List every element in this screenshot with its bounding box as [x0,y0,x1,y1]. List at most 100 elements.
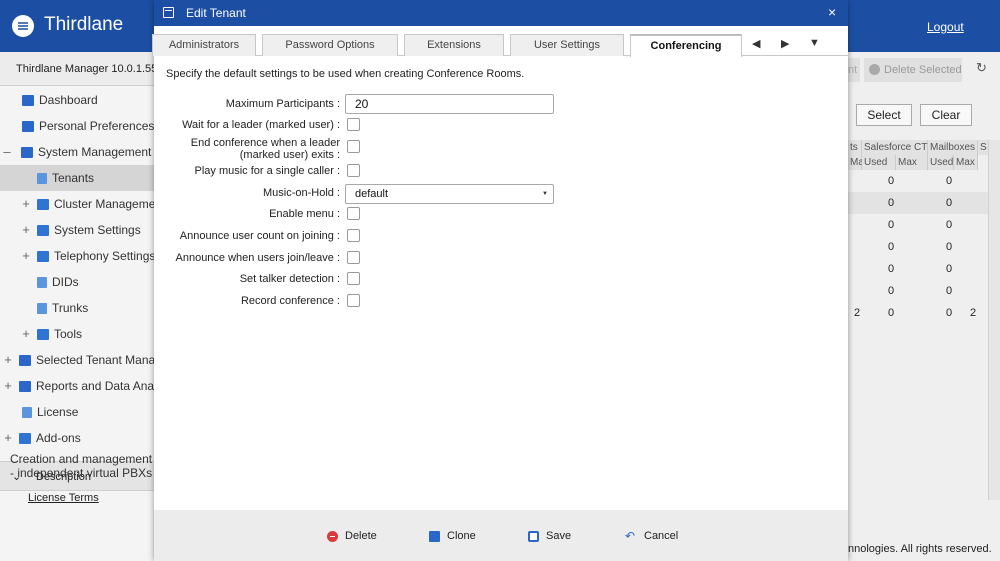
sidebar-item-label: Personal Preferences [39,119,155,133]
grid-scrollbar[interactable] [988,140,1000,500]
announce-join-leave-label: Announce when users join/leave : [175,252,341,264]
sidebar-item-label: Trunks [52,301,89,315]
sidebar-item-trunks[interactable]: Trunks [37,295,88,321]
folder-icon [37,198,49,210]
sidebar-item-label: Selected Tenant Manage [36,353,156,367]
sidebar-item-telephony-settings[interactable]: + Telephony Settings [19,243,155,269]
column-header[interactable]: ts [848,140,862,155]
clone-button[interactable]: Clone [429,528,476,544]
dialog-title: Edit Tenant [186,6,246,20]
enable-menu-checkbox[interactable] [347,207,360,220]
expand-toggle[interactable]: + [19,243,33,269]
thirdlane-logo-icon [12,15,34,37]
sidebar-item-label: Cluster Management [54,197,156,211]
sidebar-item-label: Add-ons [36,431,81,445]
tab-administrators[interactable]: Administrators [152,34,256,56]
table-row[interactable]: 00 [848,258,988,280]
cancel-button[interactable]: ↶ Cancel [625,528,678,544]
description-text: Creation and management of - independent… [10,452,165,480]
sidebar-item-dids[interactable]: DIDs [37,269,79,295]
table-row[interactable]: 00 [848,280,988,302]
grid-toolbar: nt Delete Selected ↻ [848,58,1000,82]
tab-password-options[interactable]: Password Options [262,34,398,56]
sidebar-item-add-ons[interactable]: + Add-ons [1,425,81,451]
expand-toggle[interactable]: + [1,373,15,399]
refresh-icon[interactable]: ↻ [976,60,987,76]
talker-detection-checkbox[interactable] [347,272,360,285]
music-on-hold-select[interactable]: default ▼ [345,184,554,204]
table-row[interactable]: 00 [848,192,988,214]
play-music-checkbox[interactable] [347,164,360,177]
announce-join-leave-checkbox[interactable] [347,251,360,264]
table-row[interactable]: 00 [848,170,988,192]
partial-toolbar-button[interactable]: nt [848,58,860,82]
play-music-label: Play music for a single caller : [194,165,341,177]
save-button[interactable]: Save [528,528,571,544]
sidebar-item-tenants[interactable]: Tenants [0,165,156,191]
tab-scroll-left-icon[interactable]: ◀ [752,37,760,50]
sidebar-item-cluster-management[interactable]: + Cluster Management [19,191,156,217]
column-header-salesforce-cti[interactable]: Salesforce CTI [862,140,930,155]
collapse-toggle[interactable]: – [0,139,14,165]
sidebar-item-license[interactable]: License [22,399,78,425]
sidebar-item-system-management[interactable]: – System Management [0,139,151,165]
wrench-icon [22,120,34,132]
expand-toggle[interactable]: + [1,425,15,451]
announce-user-count-checkbox[interactable] [347,229,360,242]
sidebar-item-system-settings[interactable]: + System Settings [19,217,141,243]
left-navigation-panel: Thirdlane Manager 10.0.1.55 Dashboard Pe… [0,52,156,561]
cancel-label: Cancel [644,530,679,542]
reports-icon [19,380,31,392]
description-line: - independent virtual PBXs [10,466,153,480]
delete-selected-button[interactable]: Delete Selected [864,58,962,82]
wait-for-leader-checkbox[interactable] [347,118,360,131]
sidebar-item-personal-preferences[interactable]: Personal Preferences [8,113,154,139]
close-icon[interactable]: × [828,4,836,20]
license-terms-link[interactable]: License Terms [28,492,99,504]
table-row[interactable]: 2002 [848,302,988,324]
column-subheader-used: Used [928,155,954,170]
sidebar-item-tools[interactable]: + Tools [19,321,82,347]
expand-toggle[interactable]: + [1,347,15,373]
window-icon [163,7,174,18]
dialog-title-bar[interactable]: Edit Tenant × [154,0,848,26]
clear-button[interactable]: Clear [920,104,972,126]
tab-menu-icon[interactable]: ▼ [809,37,820,49]
delete-button[interactable]: Delete [327,528,377,544]
music-on-hold-label: Music-on-Hold : [262,187,340,199]
logout-link[interactable]: Logout [927,20,964,34]
max-participants-input[interactable] [345,94,554,114]
sidebar-item-reports-and-data-analysis[interactable]: + Reports and Data Analys [1,373,156,399]
sidebar-item-dashboard[interactable]: Dashboard [8,87,98,113]
table-row[interactable]: 00 [848,214,988,236]
form-intro-text: Specify the default settings to be used … [166,68,525,80]
folder-icon [37,250,49,262]
tab-user-settings[interactable]: User Settings [510,34,624,56]
save-label: Save [546,530,572,542]
user-card-icon [19,354,31,366]
column-subheader-used: Used [862,155,896,170]
expand-toggle[interactable]: + [19,321,33,347]
brand-name: Thirdlane [44,14,124,35]
expand-toggle[interactable]: + [19,217,33,243]
column-header-mailboxes[interactable]: Mailboxes [928,140,978,155]
tab-scroll-right-icon[interactable]: ▶ [781,37,789,50]
folder-icon [19,432,31,444]
dropdown-arrow-icon: ▼ [542,191,548,197]
end-conference-checkbox[interactable] [347,140,360,153]
tab-extensions[interactable]: Extensions [404,34,504,56]
sidebar-item-label: Tools [54,327,83,341]
enable-menu-label: Enable menu : [269,208,340,220]
select-button[interactable]: Select [856,104,912,126]
record-conference-checkbox[interactable] [347,294,360,307]
document-icon [22,406,32,418]
dashboard-icon [22,94,34,106]
tenants-grid-panel: nt Delete Selected ↻ Select Clear ts Sal… [848,52,1000,561]
column-subheader-max: Max [896,155,928,170]
document-icon [37,276,47,288]
tab-conferencing[interactable]: Conferencing [630,34,742,57]
expand-toggle[interactable]: + [19,191,33,217]
talker-detection-label: Set talker detection : [239,273,340,285]
sidebar-item-selected-tenant-management[interactable]: + Selected Tenant Manage [1,347,156,373]
table-row[interactable]: 00 [848,236,988,258]
